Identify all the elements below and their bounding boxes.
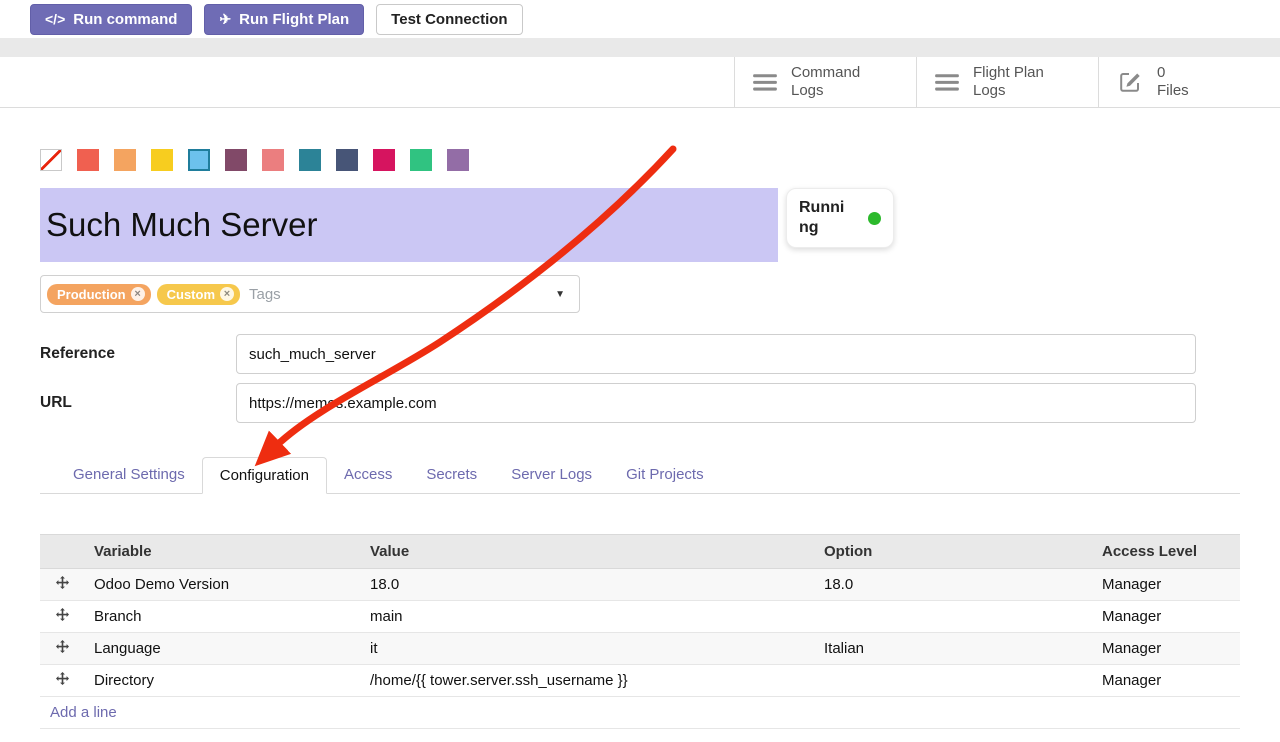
flight-plan-logs-label: Flight Plan Logs (973, 64, 1044, 99)
code-icon: </> (45, 11, 65, 27)
handle-column-header (40, 535, 84, 569)
color-swatch-maroon[interactable] (225, 149, 247, 171)
cell-option[interactable]: 18.0 (814, 569, 1092, 601)
color-swatch-navy[interactable] (336, 149, 358, 171)
url-input[interactable] (236, 383, 1196, 423)
reference-field-row: Reference (40, 334, 1240, 374)
color-picker (40, 148, 1240, 172)
color-swatch-orange[interactable] (114, 149, 136, 171)
bars-icon (753, 73, 777, 92)
reference-label: Reference (40, 345, 236, 363)
table-row[interactable]: Language it Italian Manager (40, 633, 1240, 665)
url-label: URL (40, 394, 236, 412)
table-row[interactable]: Directory /home/{{ tower.server.ssh_user… (40, 665, 1240, 697)
edit-icon (1117, 70, 1143, 94)
tab-configuration[interactable]: Configuration (202, 457, 327, 494)
files-label: 0 Files (1157, 64, 1189, 99)
tags-input[interactable]: Production × Custom × Tags ▼ (40, 275, 580, 313)
url-field-row: URL (40, 383, 1240, 423)
color-swatch-teal[interactable] (299, 149, 321, 171)
color-swatch-green[interactable] (410, 149, 432, 171)
access-level-column-header: Access Level (1092, 535, 1240, 569)
status-label: Running (799, 198, 853, 238)
tab-git-projects[interactable]: Git Projects (609, 457, 721, 493)
table-row[interactable]: Branch main Manager (40, 601, 1240, 633)
cell-option[interactable] (814, 601, 1092, 633)
test-connection-button[interactable]: Test Connection (376, 4, 522, 35)
color-swatch-red[interactable] (77, 149, 99, 171)
dropdown-caret-icon[interactable]: ▼ (555, 289, 565, 300)
cell-variable[interactable]: Branch (84, 601, 360, 633)
cell-value[interactable]: it (360, 633, 814, 665)
tag-production: Production × (47, 284, 151, 305)
bars-icon (935, 73, 959, 92)
form-statusbar: Command Logs Flight Plan Logs 0 Files (0, 57, 1280, 108)
add-a-line-link[interactable]: Add a line (50, 704, 117, 721)
run-command-button[interactable]: </> Run command (30, 4, 192, 35)
cell-value[interactable]: main (360, 601, 814, 633)
cell-variable[interactable]: Odoo Demo Version (84, 569, 360, 601)
cell-value[interactable]: 18.0 (360, 569, 814, 601)
add-line-row: Add a line (40, 697, 1240, 729)
variable-column-header: Variable (84, 535, 360, 569)
title-row: Such Much Server Running (40, 188, 1240, 262)
configuration-table: Variable Value Option Access Level Odoo … (40, 534, 1240, 729)
cell-option[interactable] (814, 665, 1092, 697)
option-column-header: Option (814, 535, 1092, 569)
color-swatch-none[interactable] (40, 149, 62, 171)
move-icon (56, 608, 69, 621)
tags-placeholder: Tags (249, 286, 281, 303)
tab-access[interactable]: Access (327, 457, 409, 493)
color-swatch-cyan-selected[interactable] (188, 149, 210, 171)
table-row[interactable]: Odoo Demo Version 18.0 18.0 Manager (40, 569, 1240, 601)
reference-input[interactable] (236, 334, 1196, 374)
tab-secrets[interactable]: Secrets (409, 457, 494, 493)
color-swatch-salmon[interactable] (262, 149, 284, 171)
remove-tag-icon[interactable]: × (131, 287, 145, 301)
cell-access-level[interactable]: Manager (1092, 569, 1240, 601)
cell-value[interactable]: /home/{{ tower.server.ssh_username }} (360, 665, 814, 697)
run-flight-plan-label: Run Flight Plan (239, 11, 349, 28)
tag-custom: Custom × (157, 284, 240, 305)
value-column-header: Value (360, 535, 814, 569)
color-swatch-purple[interactable] (447, 149, 469, 171)
top-toolbar: </> Run command ✈ Run Flight Plan Test C… (0, 0, 1280, 38)
status-running-dot (868, 212, 881, 225)
server-name-input[interactable]: Such Much Server (40, 188, 778, 262)
command-logs-label: Command Logs (791, 64, 860, 99)
tab-server-logs[interactable]: Server Logs (494, 457, 609, 493)
cell-option[interactable]: Italian (814, 633, 1092, 665)
cell-access-level[interactable]: Manager (1092, 633, 1240, 665)
flight-plan-logs-button[interactable]: Flight Plan Logs (916, 57, 1098, 107)
drag-handle[interactable] (40, 633, 84, 665)
form-sheet: Such Much Server Running Production × Cu… (0, 148, 1280, 729)
move-icon (56, 672, 69, 685)
color-swatch-yellow[interactable] (151, 149, 173, 171)
cell-access-level[interactable]: Manager (1092, 601, 1240, 633)
notebook-tabs: General Settings Configuration Access Se… (40, 457, 1240, 494)
test-connection-label: Test Connection (391, 11, 507, 28)
drag-handle[interactable] (40, 601, 84, 633)
tag-production-label: Production (57, 287, 126, 302)
move-icon (56, 576, 69, 589)
move-icon (56, 640, 69, 653)
command-logs-button[interactable]: Command Logs (734, 57, 916, 107)
cell-access-level[interactable]: Manager (1092, 665, 1240, 697)
cell-variable[interactable]: Directory (84, 665, 360, 697)
run-command-label: Run command (73, 11, 177, 28)
status-badge[interactable]: Running (786, 188, 894, 248)
cell-variable[interactable]: Language (84, 633, 360, 665)
remove-tag-icon[interactable]: × (220, 287, 234, 301)
fields-group: Reference URL (40, 334, 1240, 423)
plane-icon: ✈ (219, 11, 231, 28)
run-flight-plan-button[interactable]: ✈ Run Flight Plan (204, 4, 364, 35)
drag-handle[interactable] (40, 665, 84, 697)
tag-custom-label: Custom (167, 287, 215, 302)
table-header-row: Variable Value Option Access Level (40, 535, 1240, 569)
drag-handle[interactable] (40, 569, 84, 601)
files-button[interactable]: 0 Files (1098, 57, 1280, 107)
separator-strip (0, 38, 1280, 57)
tab-general-settings[interactable]: General Settings (56, 457, 202, 493)
color-swatch-magenta[interactable] (373, 149, 395, 171)
